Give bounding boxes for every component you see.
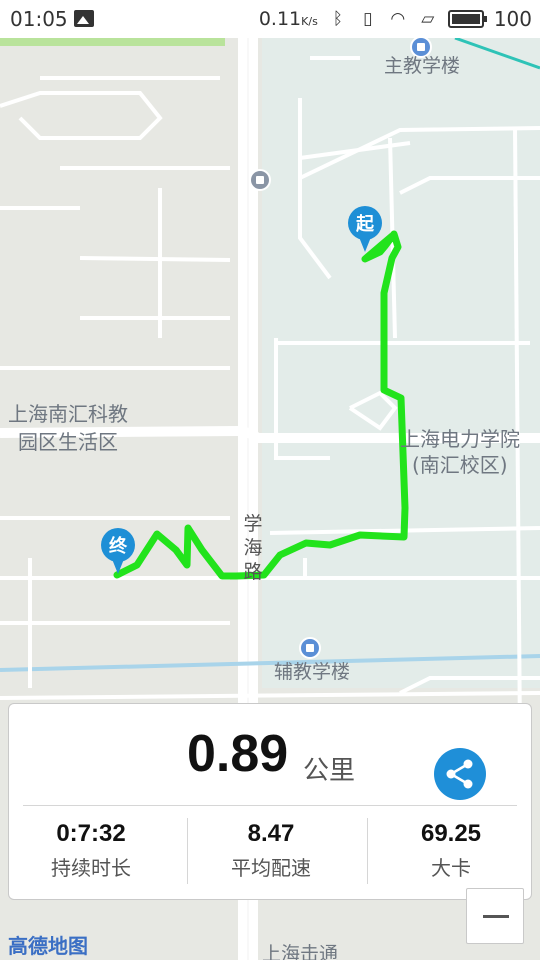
label-aux-building: 辅教学楼 bbox=[274, 661, 351, 683]
card-divider bbox=[23, 805, 517, 806]
pace-stat: 8.47 平均配速 bbox=[189, 820, 353, 881]
duration-value: 0:7:32 bbox=[56, 820, 126, 847]
calories-stat: 69.25 大卡 bbox=[369, 820, 533, 881]
distance-row: 0.89 公里 bbox=[9, 724, 531, 800]
label-area-line2: 园区生活区 bbox=[18, 430, 118, 454]
network-speed-unit: K/s bbox=[301, 15, 318, 28]
calories-label: 大卡 bbox=[431, 856, 471, 880]
vibrate-icon: ▯ bbox=[363, 9, 373, 29]
status-time: 01:05 bbox=[10, 7, 68, 31]
stat-divider bbox=[367, 818, 368, 884]
battery-icon bbox=[447, 10, 487, 28]
network-speed-value: 0.11 bbox=[258, 8, 302, 30]
label-main-building: 主教学楼 bbox=[384, 55, 461, 77]
network-speed: 0.11K/s bbox=[259, 8, 318, 30]
amap-logo: 高德地图 bbox=[8, 934, 88, 958]
end-marker-label: 终 bbox=[109, 536, 127, 557]
image-notification-icon bbox=[74, 10, 94, 27]
label-university-line1: 上海电力学院 bbox=[400, 427, 520, 451]
signal-icon: ▱ bbox=[421, 9, 435, 29]
building-icon-aux bbox=[299, 637, 321, 659]
wifi-icon: ◠ bbox=[390, 9, 406, 29]
stat-divider bbox=[187, 818, 188, 884]
bluetooth-icon: ᛒ bbox=[332, 9, 343, 29]
road-char-2: 海 bbox=[243, 537, 263, 559]
end-marker[interactable]: 终 bbox=[101, 528, 135, 574]
pace-label: 平均配速 bbox=[231, 856, 311, 880]
distance-unit: 公里 bbox=[303, 756, 356, 786]
calories-value: 69.25 bbox=[420, 820, 482, 847]
start-marker[interactable]: 起 bbox=[348, 206, 382, 252]
road-label-xuehai: 学 海 路 bbox=[242, 512, 264, 584]
share-icon bbox=[446, 759, 473, 789]
duration-label: 持续时长 bbox=[51, 856, 131, 880]
label-area-line1: 上海南汇科教 bbox=[8, 402, 128, 426]
battery-level: 100 bbox=[493, 7, 532, 31]
zoom-out-button[interactable] bbox=[466, 888, 524, 944]
label-university-line2: (南汇校区) bbox=[412, 453, 508, 477]
road-char-1: 学 bbox=[243, 513, 263, 535]
label-bottom-cut: 上海击通 bbox=[262, 943, 339, 960]
duration-stat: 0:7:32 持续时长 bbox=[9, 820, 173, 881]
distance-value: 0.89 bbox=[187, 725, 289, 783]
status-bar: 01:05 0.11K/s ᛒ ▯ ◠ ▱ 100 bbox=[0, 0, 540, 38]
share-button[interactable] bbox=[434, 748, 486, 800]
run-stats-card: 0.89 公里 0:7:32 持续时长 8.47 平均配速 69.25 大卡 bbox=[8, 703, 532, 900]
start-marker-label: 起 bbox=[356, 214, 374, 235]
exit-icon bbox=[249, 169, 271, 191]
pace-value: 8.47 bbox=[247, 820, 295, 847]
road-char-3: 路 bbox=[243, 561, 263, 583]
